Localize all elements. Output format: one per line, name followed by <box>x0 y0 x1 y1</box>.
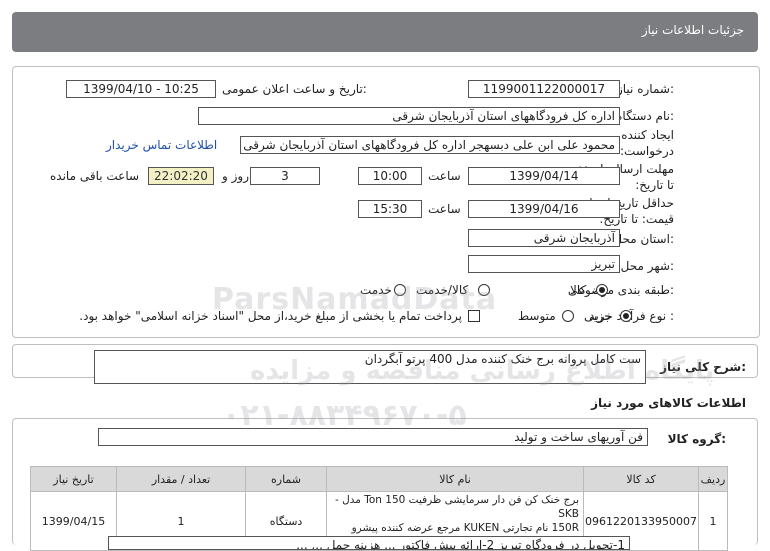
send-deadline-time[interactable]: 10:00 <box>358 167 422 185</box>
cell-row: 1 <box>698 491 728 551</box>
buyer-contact-link[interactable]: اطلاعات تماس خریدار <box>106 138 217 152</box>
notes-field[interactable]: 1-تحویل در فرودگاه تبریز 2-ارائه پیش فاک… <box>108 536 630 550</box>
window-titlebar: جزئیات اطلاعات نیاز <box>12 12 758 52</box>
need-number-label: شماره نیاز: <box>616 82 674 96</box>
send-deadline-label-2: تا تاریخ: <box>635 178 674 192</box>
announce-datetime-field[interactable]: 1399/04/10 - 10:25 <box>66 80 216 98</box>
requester-label-1: ایجاد کننده <box>621 128 674 142</box>
summary-field[interactable]: ست کامل پروانه برج خنک کننده مدل 400 پرت… <box>94 350 646 384</box>
col-code: کد کالا <box>583 466 699 492</box>
treasury-checkbox[interactable] <box>468 310 480 322</box>
days-remaining-field: 3 <box>250 167 320 185</box>
cell-date: 1399/04/15 <box>29 491 118 551</box>
remaining-label: ساعت باقی مانده <box>50 169 140 183</box>
process-radio-minor[interactable] <box>620 310 632 322</box>
announce-datetime-label: تاریخ و ساعت اعلان عمومی: <box>222 82 367 96</box>
col-date: تاریخ نیاز <box>29 466 118 492</box>
days-label: روز و <box>222 169 249 183</box>
process-option-minor: جزیی <box>584 309 612 323</box>
goods-group-label: گروه کالا: <box>667 432 726 446</box>
send-deadline-time-label: ساعت <box>428 169 461 183</box>
col-row: ردیف <box>698 466 728 492</box>
category-radio-goods-service[interactable] <box>478 284 490 296</box>
price-validity-date[interactable]: 1399/04/16 <box>468 200 620 218</box>
process-option-medium: متوسط <box>518 309 556 323</box>
process-radio-medium[interactable] <box>562 310 574 322</box>
buyer-org-field[interactable]: اداره کل فرودگاههای استان آذربایجان شرقی <box>198 107 620 125</box>
treasury-checkbox-text: پرداخت تمام یا بخشی از مبلغ خرید،از محل … <box>79 309 462 323</box>
requester-label-2: درخواست: <box>620 144 674 158</box>
delivery-city-field[interactable]: تبریز <box>468 255 620 273</box>
need-number-field[interactable]: 1199001122000017 <box>468 80 620 98</box>
price-validity-time-label: ساعت <box>428 202 461 216</box>
category-option-service: خدمت <box>360 283 392 297</box>
goods-group-field[interactable]: فن آوریهای ساخت و تولید <box>98 428 648 446</box>
category-option-goods-service: کالا/خدمت <box>416 283 469 297</box>
remaining-timer: 22:02:20 <box>148 167 214 185</box>
col-name: نام کالا <box>326 466 585 492</box>
col-qty: تعداد / مقدار <box>116 466 247 492</box>
requester-field[interactable]: محمود علی ابن علی دبسهجر اداره کل فرودگا… <box>240 136 620 154</box>
window-title: جزئیات اطلاعات نیاز <box>641 23 744 37</box>
category-radio-goods[interactable] <box>596 284 608 296</box>
send-deadline-date[interactable]: 1399/04/14 <box>468 167 620 185</box>
category-radio-service[interactable] <box>394 284 406 296</box>
price-validity-time[interactable]: 15:30 <box>358 200 422 218</box>
goods-section-title: اطلاعات کالاهای مورد نیاز <box>591 396 746 410</box>
delivery-province-field[interactable]: آذربایجان شرقی <box>468 229 620 247</box>
col-unit: شماره <box>245 466 328 492</box>
cell-name-line1: برج خنک کن فن دار سرمایشی ظرفیت 150 Ton … <box>334 494 580 520</box>
category-option-goods: کالا <box>570 283 587 297</box>
summary-label: شرح کلی نیاز: <box>660 360 746 374</box>
goods-table-header: ردیف کد کالا نام کالا شماره تعداد / مقدا… <box>29 466 728 492</box>
